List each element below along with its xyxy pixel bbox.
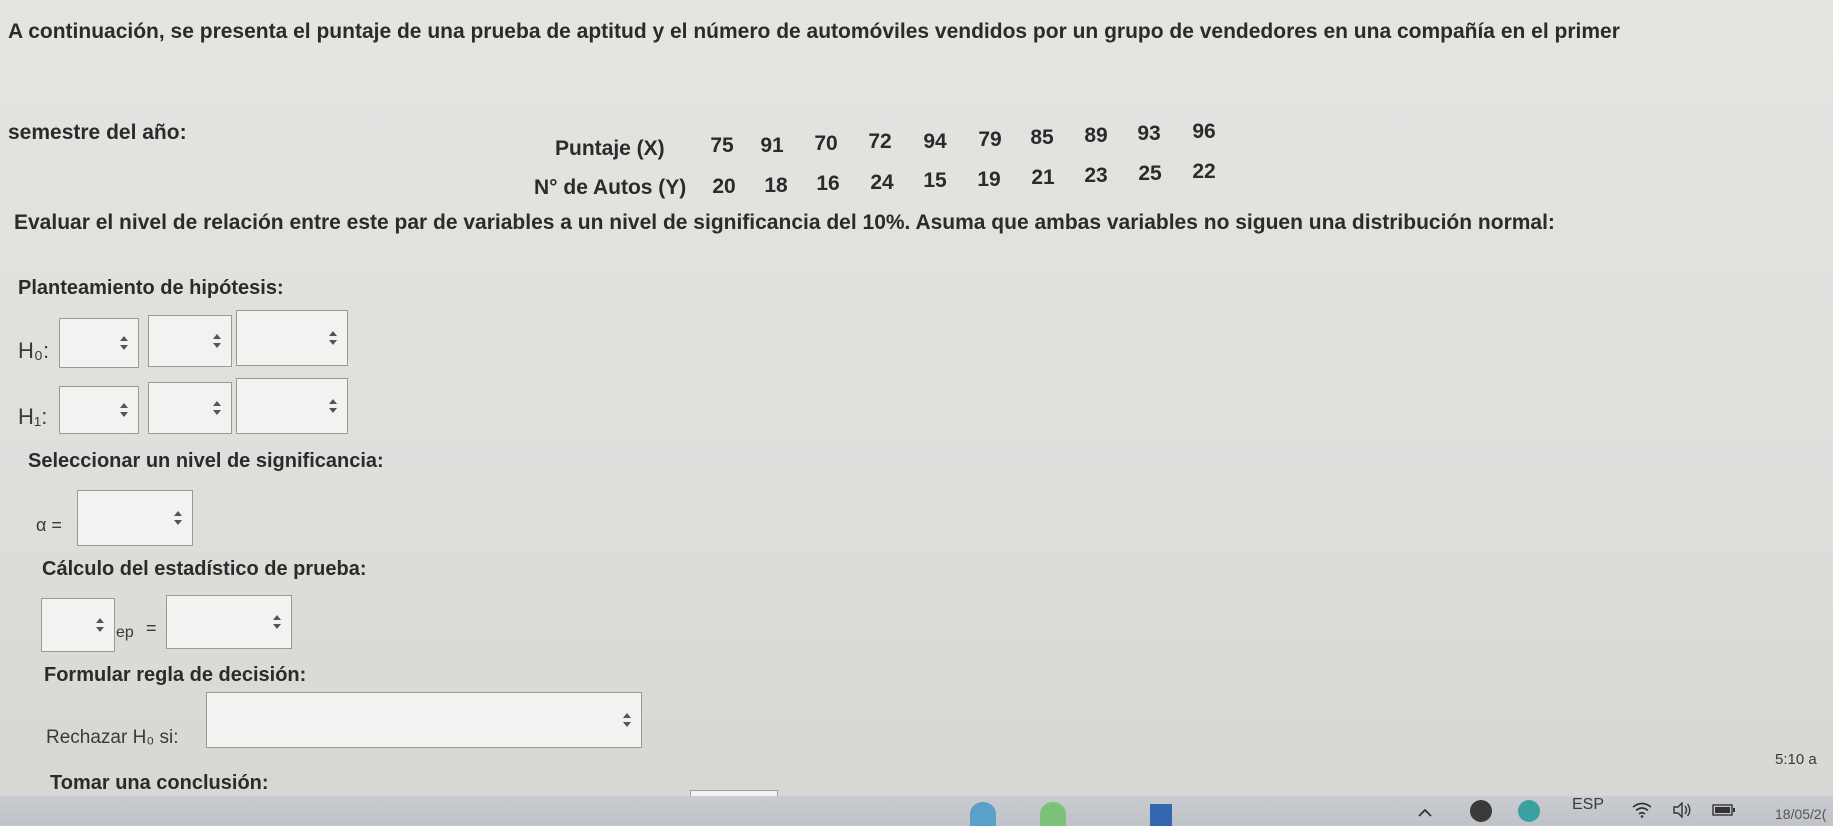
x-value: 96 xyxy=(1192,120,1216,143)
y-value: 23 xyxy=(1084,164,1108,187)
h1-select-2[interactable] xyxy=(148,382,232,434)
x-value: 72 xyxy=(868,130,892,153)
x-value: 91 xyxy=(760,134,784,157)
alpha-label: α = xyxy=(36,515,62,535)
intro-line-1: A continuación, se presenta el puntaje d… xyxy=(8,20,1620,43)
statistic-subscript: ep xyxy=(116,624,134,641)
y-value: 25 xyxy=(1138,162,1162,185)
x-value: 85 xyxy=(1030,126,1054,149)
x-value: 94 xyxy=(923,130,947,153)
hypothesis-title: Planteamiento de hipótesis: xyxy=(18,277,284,299)
clock-date[interactable]: 18/05/2( xyxy=(1775,806,1826,822)
decision-rule-select[interactable] xyxy=(206,692,642,748)
h1-label: H₁: xyxy=(18,404,48,429)
intro-line-2: semestre del año: xyxy=(8,121,187,144)
select-arrows-icon xyxy=(623,713,631,727)
y-value: 22 xyxy=(1192,160,1216,183)
select-arrows-icon xyxy=(120,336,128,350)
h0-select-3[interactable] xyxy=(236,310,348,366)
select-arrows-icon xyxy=(329,331,337,345)
instruction-text: Evaluar el nivel de relación entre este … xyxy=(14,211,1555,234)
h0-label: H₀: xyxy=(18,338,50,363)
y-value: 15 xyxy=(923,169,947,192)
page: A continuación, se presenta el puntaje d… xyxy=(0,0,1833,826)
select-arrows-icon xyxy=(213,401,221,415)
y-value: 19 xyxy=(977,168,1001,191)
select-arrows-icon xyxy=(273,615,281,629)
wifi-icon[interactable] xyxy=(1632,802,1652,823)
x-value: 70 xyxy=(814,132,838,155)
clock-time[interactable]: 5:10 a xyxy=(1775,751,1817,768)
taskbar-app-icon[interactable] xyxy=(970,802,996,826)
y-value: 18 xyxy=(764,174,788,197)
y-value: 16 xyxy=(816,172,840,195)
decision-title: Formular regla de decisión: xyxy=(44,664,307,686)
select-arrows-icon xyxy=(213,334,221,348)
select-arrows-icon xyxy=(120,403,128,417)
select-arrows-icon xyxy=(174,511,182,525)
taskbar-app-icon[interactable] xyxy=(1518,800,1540,822)
h0-select-1[interactable] xyxy=(59,318,139,368)
y-value: 20 xyxy=(712,175,736,198)
select-arrows-icon xyxy=(329,399,337,413)
row-y-label: N° de Autos (Y) xyxy=(534,176,687,199)
y-value: 21 xyxy=(1031,166,1055,189)
taskbar-app-icon[interactable] xyxy=(1470,800,1492,822)
statistic-title: Cálculo del estadístico de prueba: xyxy=(42,558,367,580)
select-arrows-icon xyxy=(96,618,104,632)
x-value: 89 xyxy=(1084,124,1108,147)
x-value: 75 xyxy=(710,134,734,157)
language-indicator[interactable]: ESP xyxy=(1572,796,1604,814)
statistic-type-select[interactable] xyxy=(41,598,115,652)
chevron-up-icon[interactable] xyxy=(1418,804,1432,822)
x-value: 79 xyxy=(978,128,1002,151)
alpha-select[interactable] xyxy=(77,490,193,546)
h1-select-1[interactable] xyxy=(59,386,139,434)
h1-select-3[interactable] xyxy=(236,378,348,434)
reject-label: Rechazar H₀ si: xyxy=(46,727,179,748)
taskbar-app-icon[interactable] xyxy=(1040,802,1066,826)
row-x-label: Puntaje (X) xyxy=(555,137,665,160)
battery-icon[interactable] xyxy=(1712,803,1736,821)
conclusion-title: Tomar una conclusión: xyxy=(50,772,269,794)
h0-select-2[interactable] xyxy=(148,315,232,367)
significance-title: Seleccionar un nivel de significancia: xyxy=(28,450,384,472)
statistic-value-select[interactable] xyxy=(166,595,292,649)
y-value: 24 xyxy=(870,171,894,194)
statistic-equals: = xyxy=(146,618,157,638)
x-value: 93 xyxy=(1137,122,1161,145)
taskbar: ESP 5:10 a 18/05/2( xyxy=(0,751,1833,826)
volume-icon[interactable] xyxy=(1672,801,1692,823)
taskbar-app-icon[interactable] xyxy=(1150,804,1172,826)
